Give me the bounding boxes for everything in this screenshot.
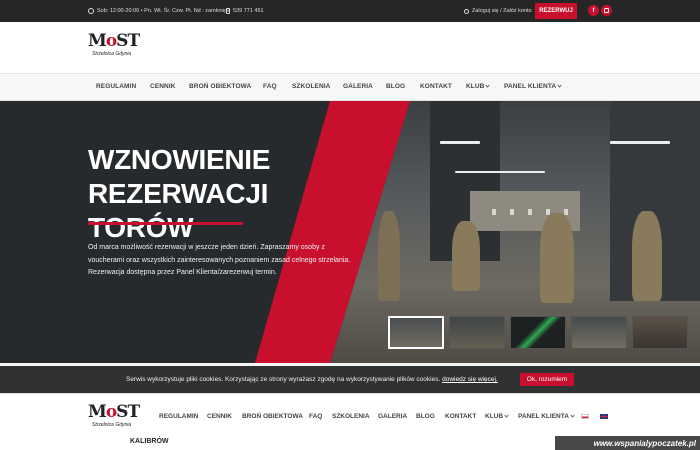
chevron-down-icon [485, 83, 491, 88]
hero-slider: WZNOWIENIE REZERWACJI TORÓW Od marca możl… [0, 101, 700, 363]
nav-item-blog[interactable]: BLOG [386, 83, 405, 90]
logo-subtitle: Strzelnica Gdynia [92, 422, 132, 428]
ceiling-light [440, 141, 480, 144]
sticky-nav-cennik[interactable]: CENNIK [207, 413, 232, 420]
chevron-down-icon [557, 83, 562, 88]
cookie-accept-button[interactable]: Ok, rozumiem [520, 373, 574, 386]
hero-title: WZNOWIENIE REZERWACJI TORÓW [88, 143, 418, 245]
logo-subtitle: Strzelnica Gdynia [92, 51, 132, 57]
hero-title-line1: WZNOWIENIE REZERWACJI [88, 144, 271, 209]
logo-st: ST [116, 31, 140, 51]
sticky-nav-klub-label: KLUB [485, 413, 504, 420]
login-text[interactable]: Zaloguj się / Załóż konto [472, 8, 532, 14]
slider-thumb-3[interactable] [510, 316, 566, 349]
cookie-bar: Serwis wykorzystuje pliki cookies. Korzy… [0, 366, 700, 393]
login-link[interactable]: Zaloguj się / Załóż konto [464, 8, 532, 14]
nav-item-szkolenia[interactable]: SZKOLENIA [292, 83, 330, 90]
opening-hours: Sob: 12:00-20:00 • Pn. Wt. Śr. Czw. Pt. … [88, 8, 230, 14]
phone-text[interactable]: 539 771 451 [233, 8, 264, 14]
sticky-nav-bron-obiektowa[interactable]: BROŃ OBIEKTOWA [242, 413, 303, 420]
shooter-figure [452, 221, 480, 291]
sticky-nav-galeria[interactable]: GALERIA [378, 413, 407, 420]
top-bar: Sob: 12:00-20:00 • Pn. Wt. Śr. Czw. Pt. … [0, 0, 700, 22]
flag-pl-icon[interactable] [581, 414, 589, 419]
nav-item-panel-klienta[interactable]: PANEL KLIENTA [504, 83, 562, 90]
sticky-nav-panel-label: PANEL KLIENTA [518, 413, 569, 420]
nav-item-bron-obiektowa[interactable]: BROŃ OBIEKTOWA [189, 83, 251, 90]
sticky-nav-szkolenia[interactable]: SZKOLENIA [332, 413, 370, 420]
site-logo[interactable]: MoST Strzelnica Gdynia [88, 31, 152, 67]
cookie-text: Serwis wykorzystuje pliki cookies. Korzy… [126, 376, 441, 383]
chevron-down-icon [504, 413, 509, 418]
cookie-message: Serwis wykorzystuje pliki cookies. Korzy… [126, 376, 498, 383]
nav-item-cennik[interactable]: CENNIK [150, 83, 176, 90]
nav-item-panel-label: PANEL KLIENTA [504, 83, 557, 90]
phone-icon [226, 8, 230, 14]
logo-o: o [105, 31, 117, 51]
nav-item-regulamin[interactable]: REGULAMIN [96, 83, 136, 90]
slider-thumb-4[interactable] [571, 316, 627, 349]
flag-en-icon[interactable] [600, 414, 608, 419]
logo-st: ST [116, 402, 140, 422]
slider-thumb-5[interactable] [632, 316, 688, 349]
watermark: www.wspanialypoczatek.pl [555, 436, 700, 450]
hero-body: Od marca możliwość rezerwacji w jeszcze … [88, 244, 351, 276]
logo-m: M [88, 402, 107, 422]
sticky-nav-panel-klienta[interactable]: PANEL KLIENTA [518, 413, 575, 420]
range-target [492, 209, 496, 215]
shooter-figure [540, 213, 574, 303]
logo-o: o [105, 402, 117, 422]
logo-m: M [88, 31, 107, 51]
clock-icon [88, 8, 94, 14]
slider-thumb-1[interactable] [388, 316, 444, 349]
sticky-nav-regulamin[interactable]: REGULAMIN [159, 413, 198, 420]
chevron-down-icon [570, 413, 575, 418]
facebook-icon[interactable]: f [588, 5, 599, 16]
sticky-nav-blog[interactable]: BLOG [416, 413, 435, 420]
slider-thumb-2[interactable] [449, 316, 505, 349]
section-heading-peek: KALIBRÓW [130, 438, 169, 445]
instagram-icon[interactable] [601, 5, 612, 16]
nav-item-faq[interactable]: FAQ [263, 83, 277, 90]
site-header: MoST Strzelnica Gdynia [0, 22, 700, 74]
sticky-nav-faq[interactable]: FAQ [309, 413, 322, 420]
sticky-nav-kontakt[interactable]: KONTAKT [445, 413, 476, 420]
nav-item-klub[interactable]: KLUB [466, 83, 491, 90]
opening-hours-text: Sob: 12:00-20:00 • Pn. Wt. Śr. Czw. Pt. … [97, 8, 231, 14]
sticky-nav-klub[interactable]: KLUB [485, 413, 509, 420]
nav-item-kontakt[interactable]: KONTAKT [420, 83, 452, 90]
nav-item-klub-label: KLUB [466, 83, 485, 90]
main-nav: REGULAMIN CENNIK BROŃ OBIEKTOWA FAQ SZKO… [0, 74, 700, 163]
instagram-glyph [604, 8, 609, 13]
cookie-more-link[interactable]: dowiedz się więcej. [442, 376, 498, 383]
hero-title-line2: TORÓW [88, 212, 194, 243]
sticky-logo[interactable]: MoST Strzelnica Gdynia [88, 402, 152, 438]
phone-number[interactable]: 539 771 451 [226, 8, 264, 14]
ceiling-light [610, 141, 670, 144]
shooter-figure [632, 211, 662, 301]
reserve-button[interactable]: REZERWUJ [535, 3, 577, 19]
nav-item-galeria[interactable]: GALERIA [343, 83, 373, 90]
range-target [528, 209, 532, 215]
range-target [510, 209, 514, 215]
user-icon [464, 8, 469, 14]
slider-thumbnails [388, 316, 688, 349]
logo-mark: MoST [88, 402, 140, 422]
hero-divider [88, 222, 243, 225]
logo-mark: MoST [88, 31, 140, 51]
ceiling-light [455, 171, 545, 173]
